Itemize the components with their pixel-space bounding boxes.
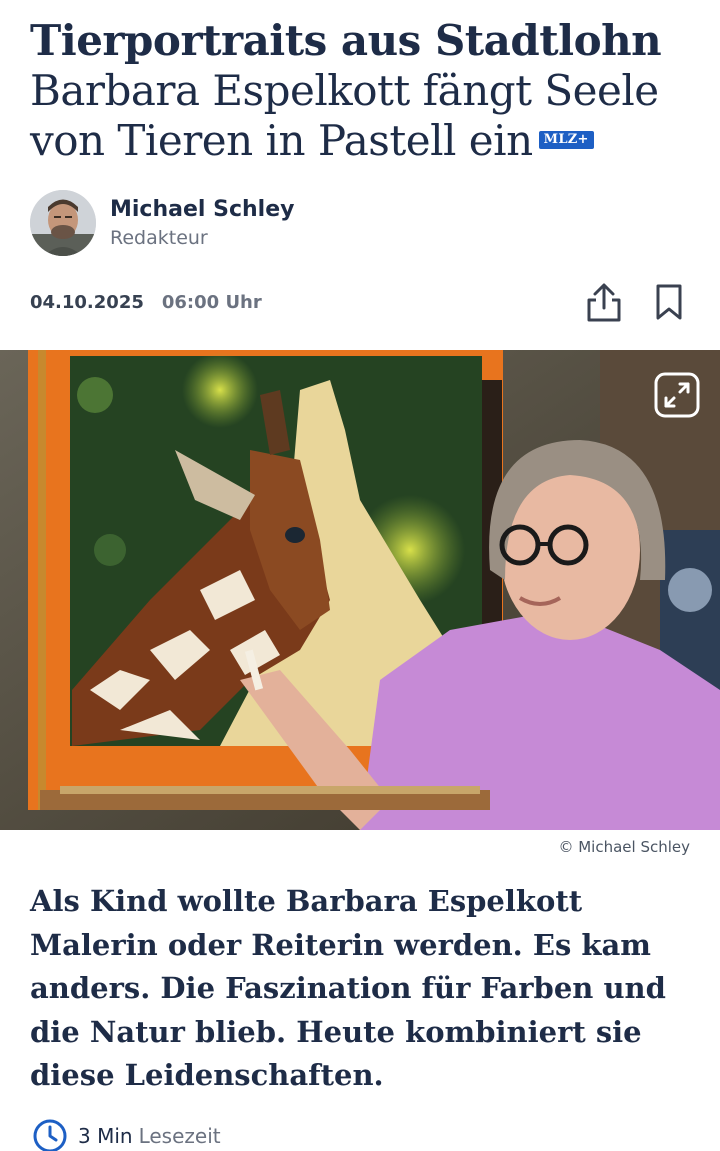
article-meta: 04.10.2025 06:00 Uhr [30,283,690,322]
hero-image[interactable] [0,350,720,830]
publish-time: 06:00 Uhr [161,292,262,313]
reading-time: 3 Min Lesezeit [32,1118,221,1151]
share-button[interactable] [582,278,626,326]
clock-icon [33,1119,67,1151]
image-credit: © Michael Schley [558,838,690,856]
bookmark-icon [656,284,682,320]
reading-minutes: 3 Min [78,1124,133,1148]
expand-icon [654,372,700,418]
author-name[interactable]: Michael Schley [110,195,294,225]
publish-date: 04.10.2025 [30,292,144,313]
reading-label: Lesezeit [138,1124,221,1148]
expand-image-button[interactable] [654,372,700,418]
article-headline: Tierportraits aus Stadtlohn Barbara Espe… [30,16,700,166]
share-icon [587,283,621,322]
author-block[interactable]: Michael Schley Redakteur [30,190,294,256]
article-lead: Als Kind wollte Barbara Espelkott Maleri… [30,884,666,1092]
headline-kicker: Tierportraits aus Stadtlohn [30,16,662,65]
author-text: Michael Schley Redakteur [110,195,294,251]
bookmark-button[interactable] [650,280,690,324]
article-page: Tierportraits aus Stadtlohn Barbara Espe… [0,0,720,1151]
headline-title: Barbara Espelkott fängt Seele von Tieren… [30,66,659,165]
hero-photo [0,350,720,830]
avatar[interactable] [30,190,96,256]
author-role: Redakteur [110,227,208,249]
author-photo [30,190,96,256]
mlz-plus-badge: MLZ+ [538,131,594,149]
